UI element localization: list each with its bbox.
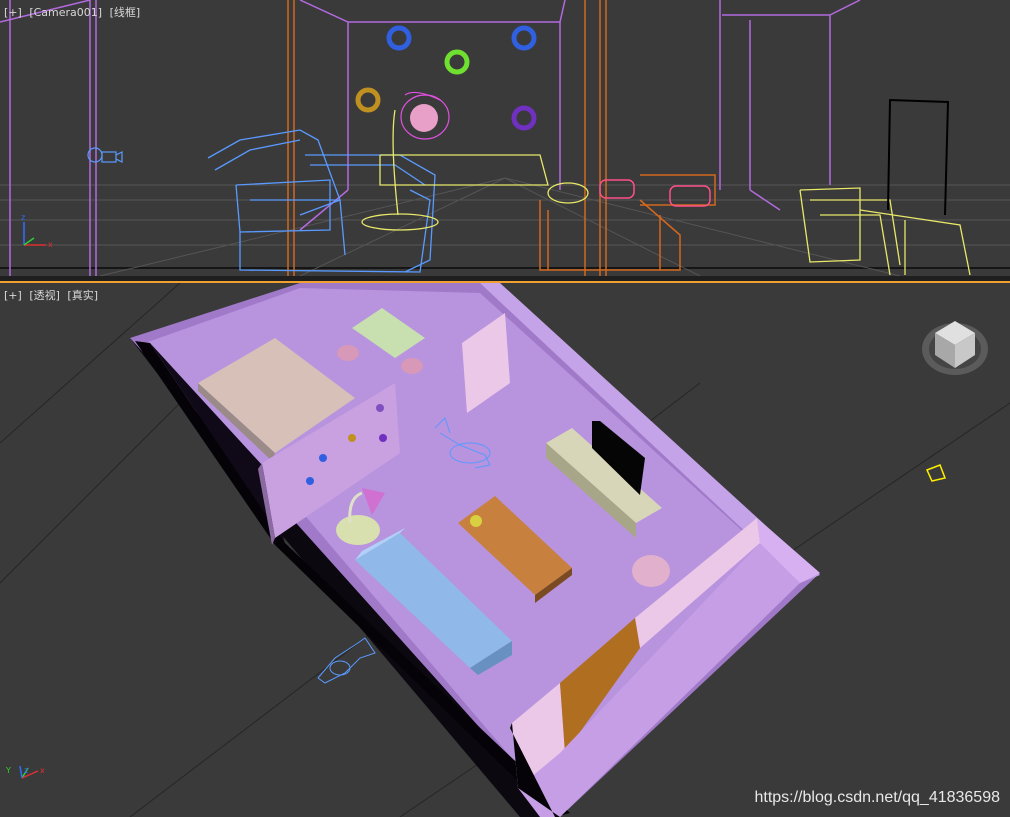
camera-selector[interactable]: [Camera001] bbox=[29, 6, 102, 19]
decor-ring bbox=[379, 434, 387, 442]
svg-text:x: x bbox=[48, 240, 53, 249]
perspective-viewport[interactable]: [+] [透视] [真实] Y z x https://blog.csdn.ne… bbox=[0, 283, 1010, 817]
decor-ring bbox=[319, 454, 327, 462]
axis-tripod-icon: z x bbox=[21, 213, 53, 249]
svg-text:z: z bbox=[24, 766, 28, 775]
lamp-wireframe bbox=[361, 109, 971, 276]
axis-tripod-icon: Y z x bbox=[5, 765, 45, 779]
teapot bbox=[470, 515, 482, 527]
camera-icon[interactable] bbox=[87, 147, 123, 163]
svg-text:z: z bbox=[21, 213, 25, 222]
decor-ring bbox=[348, 434, 356, 442]
door-frame-wireframe bbox=[287, 0, 716, 276]
camera-icon[interactable] bbox=[317, 637, 376, 684]
watermark: https://blog.csdn.net/qq_41836598 bbox=[754, 789, 1000, 806]
decor-ring bbox=[306, 477, 314, 485]
svg-text:x: x bbox=[40, 766, 45, 775]
shading-mode-selector[interactable]: [线框] bbox=[110, 6, 141, 19]
lamp-bulb bbox=[410, 104, 438, 132]
camera-viewport[interactable]: [+] [Camera001] [线框] z x bbox=[0, 0, 1010, 276]
svg-text:Y: Y bbox=[5, 766, 11, 775]
wall-decor bbox=[355, 25, 537, 131]
wireframe-scene: z x bbox=[0, 0, 1010, 276]
ground-grid bbox=[0, 177, 1010, 276]
stool bbox=[337, 345, 359, 361]
viewport-menu-button[interactable]: [+] bbox=[4, 6, 22, 19]
viewport-label-bottom: [+] [透视] [真实] bbox=[4, 287, 102, 303]
stool bbox=[632, 555, 670, 587]
target-helper-icon[interactable] bbox=[925, 464, 947, 482]
sofa-wireframe bbox=[207, 129, 436, 273]
view-selector[interactable]: [透视] bbox=[29, 289, 60, 302]
stool bbox=[401, 358, 423, 374]
viewport-separator[interactable] bbox=[0, 276, 1010, 283]
decor-ring bbox=[376, 404, 384, 412]
viewport-menu-button[interactable]: [+] bbox=[4, 289, 22, 302]
tv-wireframe bbox=[887, 98, 950, 216]
stool-wireframe bbox=[599, 179, 711, 207]
shading-mode-selector[interactable]: [真实] bbox=[67, 289, 98, 302]
viewport-label-top: [+] [Camera001] [线框] bbox=[4, 4, 144, 20]
realistic-scene: Y z x bbox=[0, 283, 1010, 817]
lamp-base bbox=[336, 515, 380, 545]
viewcube-icon[interactable] bbox=[922, 321, 988, 375]
